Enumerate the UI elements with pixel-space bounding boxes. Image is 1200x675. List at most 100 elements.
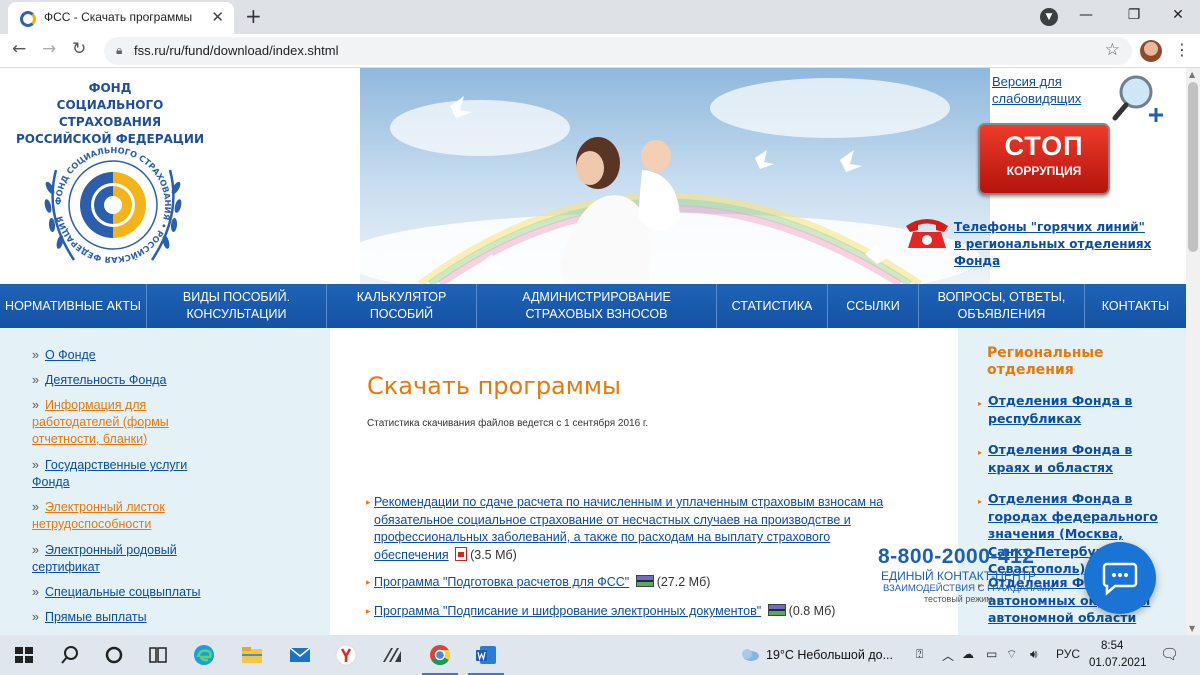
nav-item-contacts[interactable]: КОНТАКТЫ [1085, 284, 1186, 328]
poor-vision-version-link[interactable]: Версия для слабовидящих [992, 73, 1102, 107]
scroll-up-icon[interactable]: ▲ [1189, 70, 1195, 79]
region-link-republics[interactable]: ▸ Отделения Фонда в республиках [978, 392, 1174, 427]
sidebar-item-direct-payments[interactable]: » Прямые выплаты [32, 609, 222, 626]
edge-icon[interactable] [192, 643, 216, 667]
volume-icon[interactable]: 🔊︎ [1030, 647, 1038, 662]
scroll-down-icon[interactable]: ▼ [1189, 624, 1195, 633]
exe-icon [767, 604, 786, 616]
file-explorer-icon[interactable] [240, 643, 264, 667]
word-icon[interactable] [474, 643, 498, 667]
tab-search-icon[interactable]: ▼ [1040, 8, 1058, 26]
nav-item-contributions-admin[interactable]: АДМИНИСТРИРОВАНИЕ СТРАХОВЫХ ВЗНОСОВ [477, 284, 717, 328]
contact-center-widget[interactable]: 8-800-2000-412 ЕДИНЫЙ КОНТАКТ-ЦЕНТР ВЗАИ… [878, 545, 1078, 604]
left-sidebar: » О Фонде » Деятельность Фонда » Информация… [0, 328, 330, 635]
list-arrow-icon: ▸ [978, 399, 983, 408]
chrome-icon[interactable] [428, 643, 452, 667]
onedrive-cloud-icon[interactable]: ☁ [962, 647, 974, 661]
new-tab-button[interactable]: + [245, 4, 262, 28]
sidebar-bullet: » [32, 373, 39, 387]
region-link[interactable]: Отделения Фонда в республиках [978, 392, 1174, 427]
close-window-button[interactable]: ✕ [1156, 0, 1200, 30]
language-indicator[interactable]: РУС [1056, 647, 1080, 661]
hotline-caption: ЕДИНЫЙ КОНТАКТ-ЦЕНТР [881, 569, 1036, 583]
reload-icon[interactable]: ↻ [72, 39, 86, 59]
sidebar-item-activity[interactable]: » Деятельность Фонда [32, 372, 222, 389]
download-link[interactable]: Программа "Подготовка расчетов для ФСС" [374, 575, 629, 589]
cortana-icon[interactable] [102, 643, 126, 667]
weather-cloud-icon[interactable] [738, 643, 762, 667]
restore-button[interactable]: ❐ [1112, 0, 1156, 30]
header-banner [360, 68, 990, 284]
sidebar-link[interactable]: О Фонде [45, 348, 96, 362]
nav-item-benefit-calculator[interactable]: КАЛЬКУЛЯТОР ПОСОБИЙ [327, 284, 477, 328]
task-view-icon[interactable] [146, 643, 170, 667]
minimize-button[interactable]: — [1064, 0, 1108, 30]
bookmark-star-icon[interactable]: ☆ [1105, 40, 1120, 60]
sidebar-link[interactable]: Электронный родовый сертификат [32, 543, 177, 574]
fss-emblem-icon[interactable]: ФОНД СОЦИАЛЬНОГО СТРАХОВАНИЯ • РОССИЙСКА… [38, 130, 188, 280]
download-item-text: Рекомендации по сдаче расчета по начисле… [366, 494, 886, 564]
poor-vision-link-text: Версия для слабовидящих [992, 74, 1082, 106]
sidebar-link[interactable]: Специальные соцвыплаты [45, 585, 201, 599]
app-icon[interactable] [380, 643, 404, 667]
download-link[interactable]: Программа "Подписание и шифрование элект… [374, 604, 761, 618]
nav-item-benefit-types[interactable]: ВИДЫ ПОСОБИЙ. КОНСУЛЬТАЦИИ [147, 284, 327, 328]
sidebar-link[interactable]: Электронный листок нетрудоспособности [32, 500, 165, 531]
sidebar-link[interactable]: Государственные услуги Фонда [32, 458, 187, 489]
sidebar-bullet: » [32, 543, 39, 557]
sidebar-item-special-payments[interactable]: » Специальные соцвыплаты [32, 584, 222, 601]
browser-tab[interactable]: ФСС - Скачать программы ✕ [8, 2, 234, 34]
show-hidden-icons-chevron-icon[interactable]: ︿ [942, 647, 954, 664]
fund-name-line: СОЦИАЛЬНОГО СТРАХОВАНИЯ [56, 98, 164, 129]
sidebar-item-employers-info[interactable]: » Информация для работодателей (формы отч… [32, 397, 217, 448]
page-scrollbar[interactable]: ▲ ▼ [1186, 68, 1200, 635]
weather-widget[interactable]: 19°C Небольшой до... [766, 648, 893, 662]
profile-avatar[interactable] [1140, 40, 1162, 62]
sidebar-item-sick-leave[interactable]: » Электронный листок нетрудоспособности [32, 499, 202, 533]
sidebar-item-birth-certificate[interactable]: » Электронный родовый сертификат [32, 542, 207, 576]
sidebar-bullet: » [32, 585, 39, 599]
download-item: ▸ Программа "Подписание и шифрование эле… [366, 603, 886, 621]
hotline-caption-2: ВЗАИМОДЕЙСТВИЯ С ГРАЖДАНАМИ [883, 583, 1054, 594]
region-link-krais[interactable]: ▸ Отделения Фонда в краях и областях [978, 441, 1174, 476]
nav-item-faq[interactable]: ВОПРОСЫ, ОТВЕТЫ, ОБЪЯВЛЕНИЯ [919, 284, 1085, 328]
search-icon[interactable] [58, 643, 82, 667]
yandex-browser-icon[interactable] [334, 643, 358, 667]
battery-icon[interactable]: ▭ [986, 647, 997, 661]
clock-time[interactable]: 8:54 [1101, 640, 1123, 652]
scroll-thumb[interactable] [1188, 82, 1198, 252]
mail-icon[interactable] [288, 643, 312, 667]
download-link[interactable]: Рекомендации по сдаче расчета по начисле… [374, 495, 883, 562]
hotlines-link[interactable]: Телефоны "горячих линий" в региональных … [954, 219, 1154, 270]
network-icon[interactable]: ⌔ [1006, 647, 1017, 662]
url-text[interactable]: fss.ru/ru/fund/download/index.shtml [134, 43, 339, 58]
sidebar-item-public-services[interactable]: » Государственные услуги Фонда [32, 457, 212, 491]
clock-date[interactable]: 01.07.2021 [1089, 657, 1147, 669]
nav-item-normative-acts[interactable]: НОРМАТИВНЫЕ АКТЫ [0, 284, 147, 328]
sidebar-link[interactable]: Прямые выплаты [45, 610, 147, 624]
chat-bubble-icon [1102, 562, 1138, 596]
regions-heading: Региональные отделения [987, 345, 1104, 378]
sidebar-link[interactable]: Информация для работодателей (формы отче… [32, 398, 169, 446]
people-icon[interactable]: ⍰ [916, 647, 923, 662]
back-arrow-icon[interactable]: ← [12, 39, 26, 59]
magnifier-plus-icon[interactable] [1112, 72, 1166, 124]
windows-start-icon[interactable] [12, 643, 36, 667]
sidebar-bullet: » [32, 610, 39, 624]
address-bar[interactable]: 🔒︎ fss.ru/ru/fund/download/index.shtml ☆ [104, 37, 1132, 65]
browser-menu-icon[interactable]: ⋮ [1174, 40, 1190, 59]
close-tab-icon[interactable]: ✕ [211, 8, 224, 26]
forward-arrow-icon[interactable]: → [42, 39, 56, 59]
pdf-icon [455, 546, 468, 561]
sidebar-item-about[interactable]: » О Фонде [32, 347, 222, 364]
nav-item-links[interactable]: ССЫЛКИ [828, 284, 919, 328]
sidebar-link[interactable]: Деятельность Фонда [45, 373, 167, 387]
notifications-icon[interactable]: 🗨︎ [1160, 645, 1179, 663]
download-item: ▸ Рекомендации по сдаче расчета по начис… [366, 494, 886, 564]
nav-item-statistics[interactable]: СТАТИСТИКА [717, 284, 828, 328]
stop-corruption-banner[interactable]: СТОП КОРРУПЦИЯ [978, 123, 1110, 195]
list-arrow-icon: ▸ [978, 497, 983, 506]
region-link[interactable]: Отделения Фонда в краях и областях [978, 441, 1174, 476]
chat-button[interactable] [1084, 542, 1156, 614]
sidebar-bullet: » [32, 348, 39, 362]
